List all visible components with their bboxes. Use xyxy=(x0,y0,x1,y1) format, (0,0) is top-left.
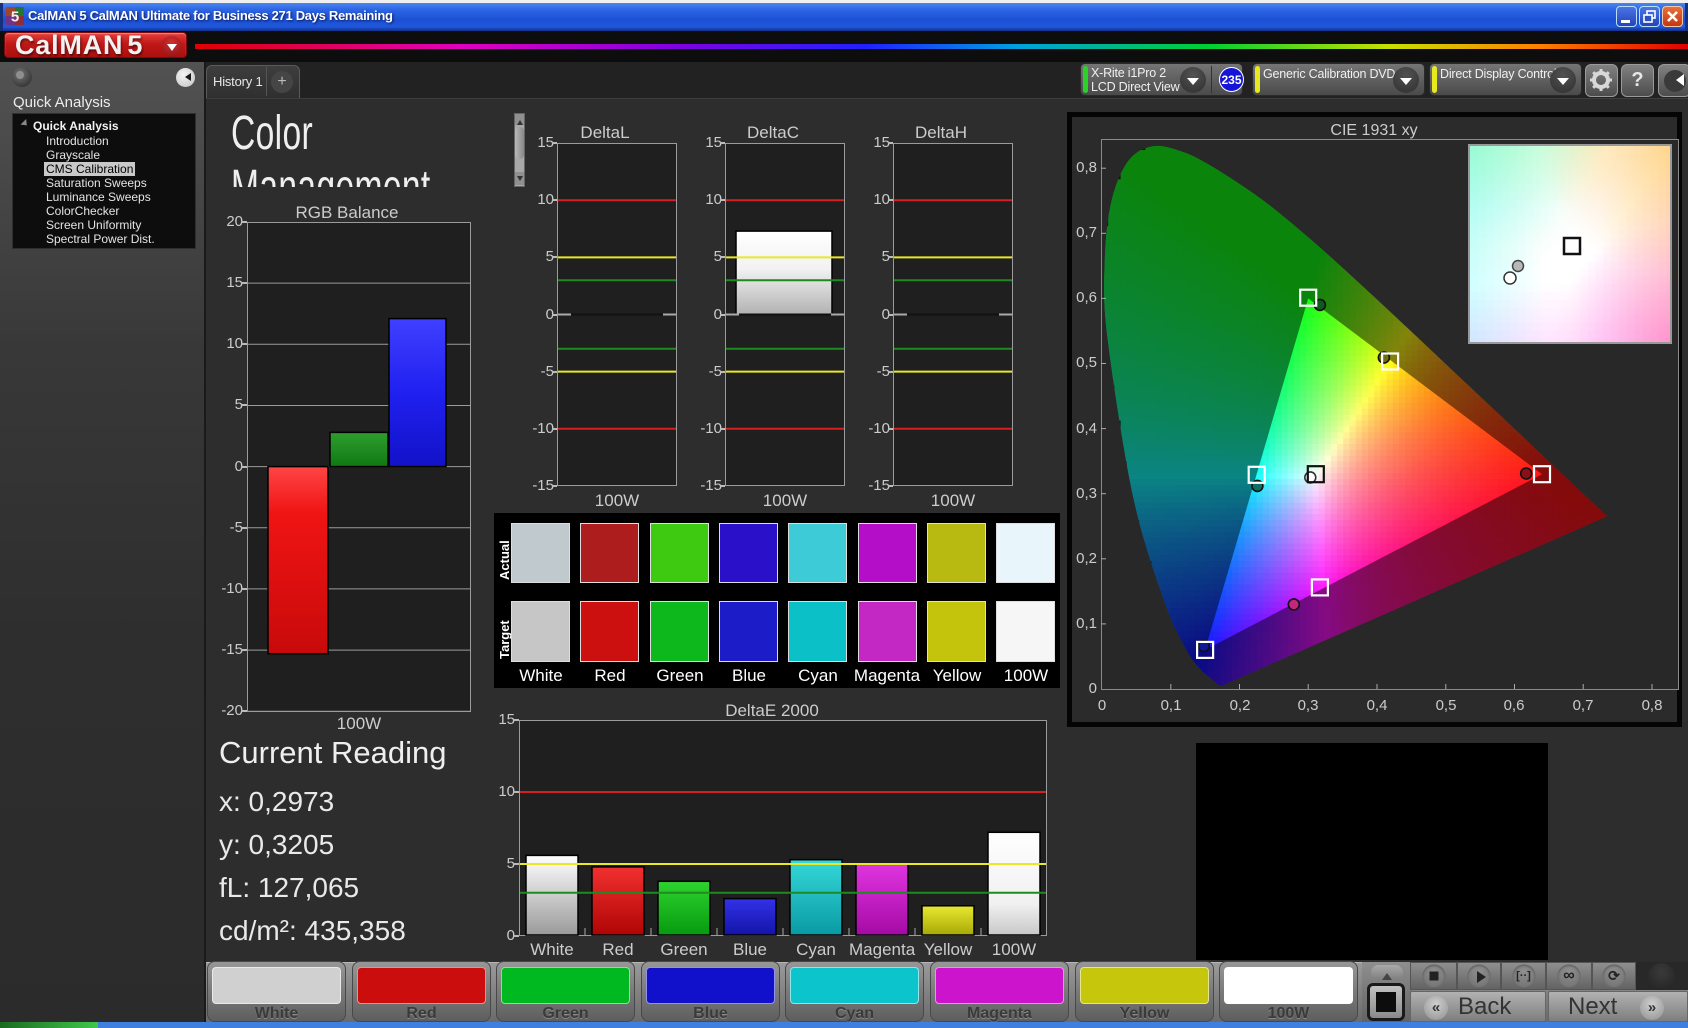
svg-text:5: 5 xyxy=(11,9,19,26)
